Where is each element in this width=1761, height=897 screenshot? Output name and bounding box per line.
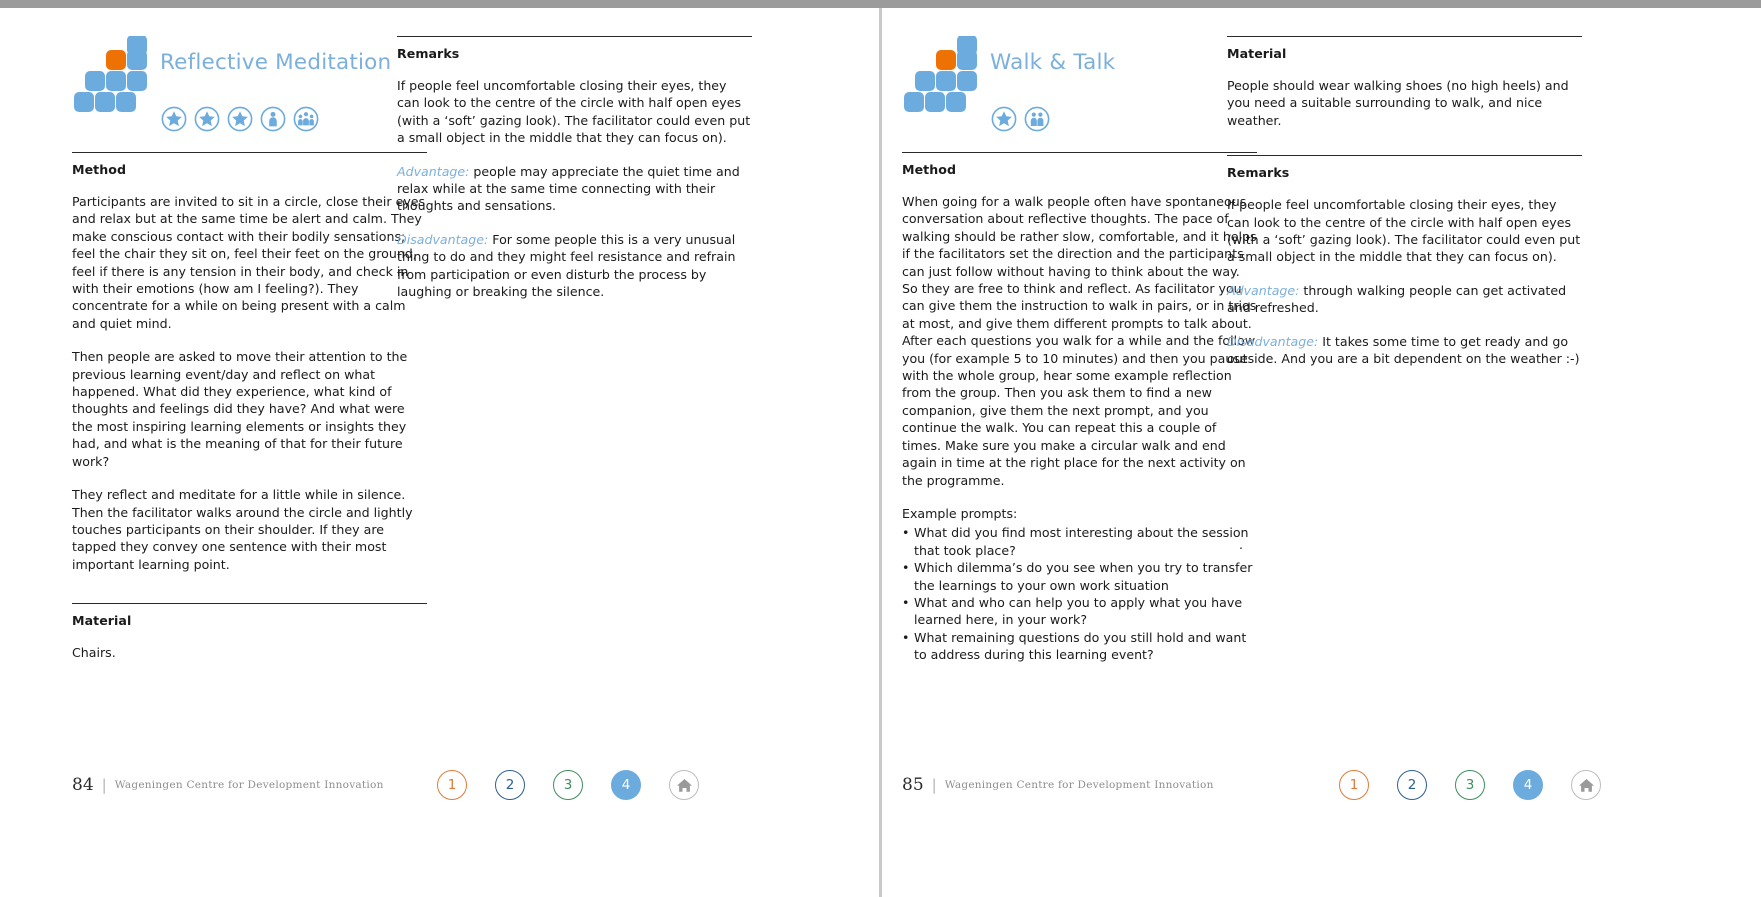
method-paragraph: Then people are asked to move their atte… [72, 349, 408, 469]
nav-chapter-3[interactable]: 3 [553, 770, 583, 800]
method-divider [72, 152, 427, 153]
left-main-column: Reflective Meditation Method Participant… [72, 36, 427, 662]
star-badge-icon [991, 106, 1017, 132]
star-badge-icon [227, 106, 253, 132]
footer-separator: | [101, 776, 107, 794]
list-item: What did you find most interesting about… [902, 524, 1257, 559]
advantage-block: Advantage: people may appreciate the qui… [397, 163, 752, 215]
right-side-column: Material People should wear walking shoe… [1227, 36, 1582, 552]
left-side-column: Remarks If people feel uncomfortable clo… [397, 36, 752, 300]
book-spread: Reflective Meditation Method Participant… [0, 8, 1761, 897]
disadvantage-block: Disadvantage: For some people this is a … [397, 231, 752, 301]
group-people-badge-icon [293, 106, 319, 132]
method-heading: Method [902, 162, 957, 177]
disadvantage-block: Disadvantage: It takes some time to get … [1227, 333, 1582, 368]
method-paragraph: When going for a walk people often have … [902, 194, 1257, 488]
star-badge-icon [194, 106, 220, 132]
material-text: Chairs. [72, 645, 116, 661]
right-nav-row: 1 2 3 4 [1339, 765, 1601, 805]
individual-person-badge-icon [260, 106, 286, 132]
nav-chapter-3[interactable]: 3 [1455, 770, 1485, 800]
material-divider [72, 603, 427, 605]
method-paragraph: They reflect and meditate for a little w… [72, 487, 413, 572]
left-title-row: Reflective Meditation [72, 36, 427, 114]
activity-title: Reflective Meditation [160, 50, 392, 75]
staircase-logo-icon [72, 36, 150, 114]
page-right: Walk & Talk Method When going for a walk… [888, 8, 1761, 897]
remarks-heading: Remarks [397, 46, 460, 61]
star-badge-icon [161, 106, 187, 132]
disadvantage-label: Disadvantage: [1227, 333, 1319, 349]
material-divider [1227, 36, 1582, 37]
nav-chapter-2[interactable]: 2 [1397, 770, 1427, 800]
left-nav-row: 1 2 3 4 [437, 765, 699, 805]
material-text: People should wear walking shoes (no hig… [1227, 78, 1569, 128]
remarks-heading: Remarks [1227, 165, 1290, 181]
stray-dot-mark: . [1239, 537, 1244, 553]
prompts-intro: Example prompts: [902, 505, 1018, 521]
top-gray-bar [0, 0, 1761, 8]
right-main-column: Walk & Talk Method When going for a walk… [902, 36, 1257, 664]
method-divider [902, 152, 1257, 153]
footer-separator: | [931, 776, 937, 794]
left-badge-row [161, 104, 427, 134]
remarks-text: If people feel uncomfortable closing the… [397, 78, 751, 146]
footer-organisation: Wageningen Centre for Development Innova… [944, 779, 1214, 791]
home-icon[interactable] [1571, 770, 1601, 800]
advantage-label: Advantage: [1227, 282, 1300, 298]
activity-title: Walk & Talk [990, 50, 1116, 75]
nav-chapter-1[interactable]: 1 [437, 770, 467, 800]
right-title-row: Walk & Talk [902, 36, 1257, 114]
page-number: 84 [72, 775, 94, 795]
nav-chapter-4-active[interactable]: 4 [1513, 770, 1543, 800]
list-item: What and who can help you to apply what … [902, 594, 1257, 629]
advantage-block: Advantage: through walking people can ge… [1227, 282, 1582, 317]
staircase-logo-icon [902, 36, 980, 114]
method-paragraph: Participants are invited to sit in a cir… [72, 194, 426, 331]
remarks-divider [397, 36, 752, 37]
list-item: Which dilemma’s do you see when you try … [902, 559, 1257, 594]
example-prompts-list: What did you find most interesting about… [902, 524, 1257, 663]
page-number: 85 [902, 775, 924, 795]
list-item: What remaining questions do you still ho… [902, 629, 1257, 664]
method-heading: Method [72, 162, 127, 177]
disadvantage-label: Disadvantage: [397, 231, 489, 247]
material-heading: Material [1227, 46, 1287, 61]
page-left: Reflective Meditation Method Participant… [0, 8, 873, 897]
nav-chapter-1[interactable]: 1 [1339, 770, 1369, 800]
group-people-badge-icon [1024, 106, 1050, 132]
remarks-divider [1227, 155, 1582, 157]
right-badge-row [991, 104, 1257, 134]
material-heading: Material [72, 613, 132, 629]
home-icon[interactable] [669, 770, 699, 800]
footer-organisation: Wageningen Centre for Development Innova… [114, 779, 384, 791]
advantage-label: Advantage: [397, 163, 470, 179]
nav-chapter-2[interactable]: 2 [495, 770, 525, 800]
nav-chapter-4-active[interactable]: 4 [611, 770, 641, 800]
remarks-text: If people feel uncomfortable closing the… [1227, 197, 1581, 265]
page-gutter-divider [873, 8, 888, 897]
